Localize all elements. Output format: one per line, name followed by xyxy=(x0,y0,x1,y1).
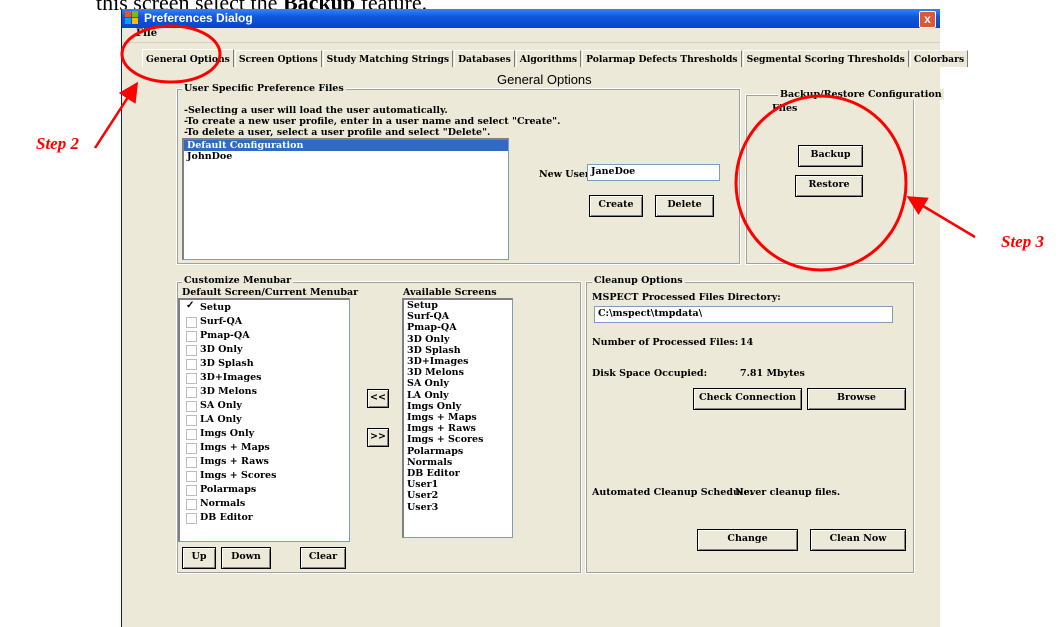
step-3-label: Step 3 xyxy=(1001,232,1044,251)
annotation-overlay xyxy=(93,24,976,272)
step3-circle xyxy=(734,94,908,272)
step2-circle xyxy=(120,24,222,84)
step2-arrow xyxy=(93,81,139,149)
step-2-label: Step 2 xyxy=(36,134,79,153)
step3-arrow xyxy=(906,196,976,239)
